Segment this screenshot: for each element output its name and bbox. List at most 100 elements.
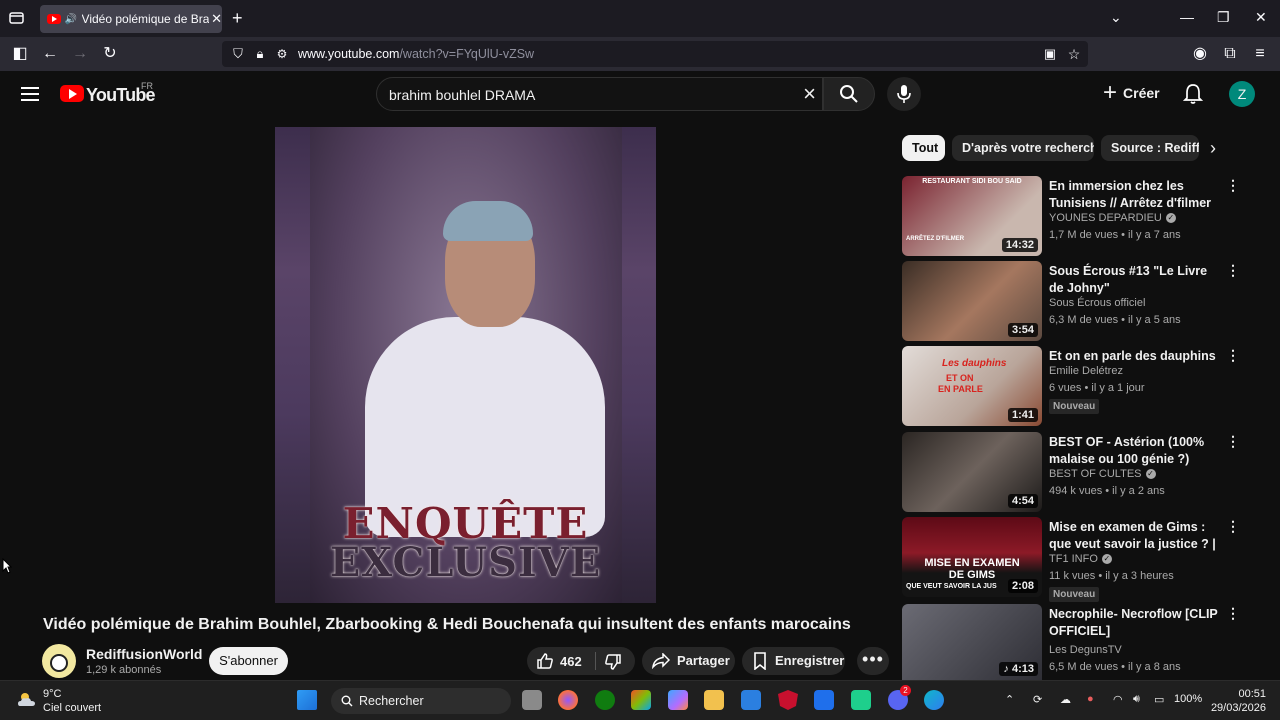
video-duration: 14:32 (1001, 238, 1038, 252)
recommendation-thumbnail[interactable]: 4:54 (902, 432, 1042, 512)
taskbar-search[interactable]: Rechercher (331, 688, 511, 714)
speaker-icon[interactable]: 🔊 (65, 14, 77, 25)
weather-description[interactable]: Ciel couvert (43, 702, 101, 714)
notification-badge: 2 (900, 685, 911, 696)
sync-icon[interactable]: ⟳ (1033, 693, 1042, 706)
voice-search-button[interactable] (887, 77, 921, 111)
video-overlay-line2: EXCLUSIVE (329, 539, 602, 586)
like-icon[interactable] (536, 652, 554, 670)
firefox-icon[interactable] (558, 690, 578, 710)
video-duration: 4:54 (1007, 494, 1038, 508)
guide-menu-icon[interactable] (21, 87, 39, 101)
system-clock[interactable]: 00:51 29/03/2026 (1206, 687, 1266, 715)
reload-icon[interactable]: ↻ (100, 44, 120, 64)
permissions-icon[interactable]: ⚙ (272, 44, 292, 64)
recommendation-thumbnail[interactable]: 3:54 (902, 261, 1042, 341)
mail-icon[interactable] (814, 690, 834, 710)
kebab-menu-icon[interactable]: ⋮ (1226, 519, 1240, 533)
video-person-cap (443, 201, 533, 241)
more-actions-icon[interactable]: ••• (857, 647, 889, 675)
recommendation-item[interactable]: ♪ 4:13 Necrophile- Necroflow [CLIP OFFIC… (902, 604, 1242, 680)
new-tab-icon[interactable]: + (232, 8, 243, 29)
dislike-icon[interactable] (604, 653, 622, 671)
save-button[interactable]: Enregistrer (742, 647, 845, 675)
chip-related[interactable]: D'après votre recherche (952, 135, 1094, 161)
app-icon[interactable] (851, 690, 871, 710)
browser-tab-active[interactable]: 🔊 Vidéo polémique de Brahim ✕ (40, 5, 222, 33)
recommendation-thumbnail[interactable]: ♪ 4:13 (902, 604, 1042, 680)
recommendation-thumbnail[interactable]: RESTAURANT SIDI BOU SAID ARRÊTEZ D'FILME… (902, 176, 1042, 256)
show-hidden-icons-chevron-icon[interactable]: ⌃ (1005, 693, 1014, 706)
battery-icon[interactable]: ▭ (1154, 693, 1164, 706)
recommendation-thumbnail[interactable]: Les dauphins ET ON EN PARLE 1:41 (902, 346, 1042, 426)
tab-list-icon[interactable] (8, 10, 26, 26)
tracking-shield-icon[interactable]: ⛉ (228, 44, 248, 64)
battery-percent[interactable]: 100% (1174, 693, 1202, 705)
thumb-text: QUE VEUT SAVOIR LA JUS (906, 583, 997, 590)
microphone-icon[interactable]: ● (1087, 693, 1094, 705)
back-icon[interactable]: ← (40, 44, 60, 64)
avatar[interactable]: Z (1229, 81, 1255, 107)
minimize-icon[interactable]: — (1180, 9, 1194, 25)
menu-icon[interactable]: ≡ (1250, 44, 1270, 64)
recommendation-item[interactable]: MISE EN EXAMEN DE GIMS QUE VEUT SAVOIR L… (902, 517, 1242, 602)
chip-source[interactable]: Source : Rediffusion (1101, 135, 1199, 161)
plus-icon: + (1103, 79, 1118, 106)
account-icon[interactable]: ◉ (1190, 44, 1210, 64)
thumb-text: RESTAURANT SIDI BOU SAID (922, 178, 1022, 185)
channel-name[interactable]: RediffusionWorld (86, 646, 202, 662)
windows-start-icon[interactable] (297, 690, 317, 710)
kebab-menu-icon[interactable]: ⋮ (1226, 606, 1240, 620)
wifi-icon[interactable]: ◠ (1113, 693, 1123, 706)
search-input[interactable]: brahim bouhlel DRAMA × (376, 77, 823, 111)
recommendation-item[interactable]: RESTAURANT SIDI BOU SAID ARRÊTEZ D'FILME… (902, 176, 1242, 256)
notifications-bell-icon[interactable] (1183, 83, 1203, 105)
recommendation-thumbnail[interactable]: MISE EN EXAMEN DE GIMS QUE VEUT SAVOIR L… (902, 517, 1042, 597)
save-bookmark-icon (754, 652, 766, 670)
forward-icon[interactable]: → (70, 44, 90, 64)
xbox-icon[interactable] (595, 690, 615, 710)
recommendation-item[interactable]: 3:54 Sous Écrous #13 "Le Livre de Johny"… (902, 261, 1242, 341)
lock-icon[interactable]: 🔒︎ (250, 44, 270, 64)
create-button[interactable]: + Créer (1103, 79, 1160, 106)
url-text: www.youtube.com/watch?v=FYqUlU-vZSw (298, 47, 535, 61)
recommendation-channel: BEST OF CULTES ✓ (1049, 468, 1156, 480)
video-player[interactable]: ENQUÊTE EXCLUSIVE (275, 127, 656, 603)
close-tab-icon[interactable]: ✕ (211, 11, 222, 27)
clear-search-icon[interactable]: × (803, 82, 816, 106)
app-icon[interactable] (741, 690, 761, 710)
copilot-icon[interactable] (668, 690, 688, 710)
mcafee-icon[interactable] (778, 690, 798, 710)
edge-icon[interactable] (924, 690, 944, 710)
kebab-menu-icon[interactable]: ⋮ (1226, 434, 1240, 448)
tab-overflow-chevron-icon[interactable]: ⌄ (1110, 9, 1122, 26)
maximize-icon[interactable]: ❐ (1217, 9, 1230, 26)
youtube-logo-icon[interactable] (60, 85, 84, 102)
share-button[interactable]: Partager (642, 647, 735, 675)
recommendation-item[interactable]: Les dauphins ET ON EN PARLE 1:41 Et on e… (902, 346, 1242, 426)
recommendation-meta: 6,3 M de vues • il y a 5 ans (1049, 314, 1181, 326)
subscribe-button[interactable]: S'abonner (209, 647, 288, 675)
task-view-icon[interactable] (522, 690, 542, 710)
picture-in-picture-icon[interactable]: ▣ (1040, 44, 1060, 64)
cloudy-weather-icon[interactable] (16, 689, 38, 711)
url-bar[interactable]: ⛉ 🔒︎ ⚙ www.youtube.com/watch?v=FYqUlU-vZ… (222, 41, 1088, 67)
kebab-menu-icon[interactable]: ⋮ (1226, 263, 1240, 277)
bookmark-star-icon[interactable]: ☆ (1064, 44, 1084, 64)
file-explorer-icon[interactable] (704, 690, 724, 710)
volume-icon[interactable]: 🔊︎ (1133, 693, 1140, 706)
channel-avatar[interactable] (42, 644, 76, 678)
kebab-menu-icon[interactable]: ⋮ (1226, 178, 1240, 192)
chip-all[interactable]: Tout (902, 135, 945, 161)
recommendation-item[interactable]: 4:54 BEST OF - Astérion (100% malaise ou… (902, 432, 1242, 512)
kebab-menu-icon[interactable]: ⋮ (1226, 348, 1240, 362)
chips-next-chevron-icon[interactable]: › (1210, 139, 1216, 157)
close-window-icon[interactable]: ✕ (1255, 9, 1267, 26)
discord-icon[interactable]: 2 (888, 685, 911, 710)
sidebar-toggle-icon[interactable]: ◧ (10, 44, 30, 64)
extensions-icon[interactable]: ⧉ (1220, 44, 1240, 64)
microsoft-store-icon[interactable] (631, 690, 651, 710)
weather-temperature[interactable]: 9°C (43, 688, 61, 700)
onedrive-icon[interactable]: ☁ (1060, 693, 1071, 706)
search-button[interactable] (823, 77, 875, 111)
